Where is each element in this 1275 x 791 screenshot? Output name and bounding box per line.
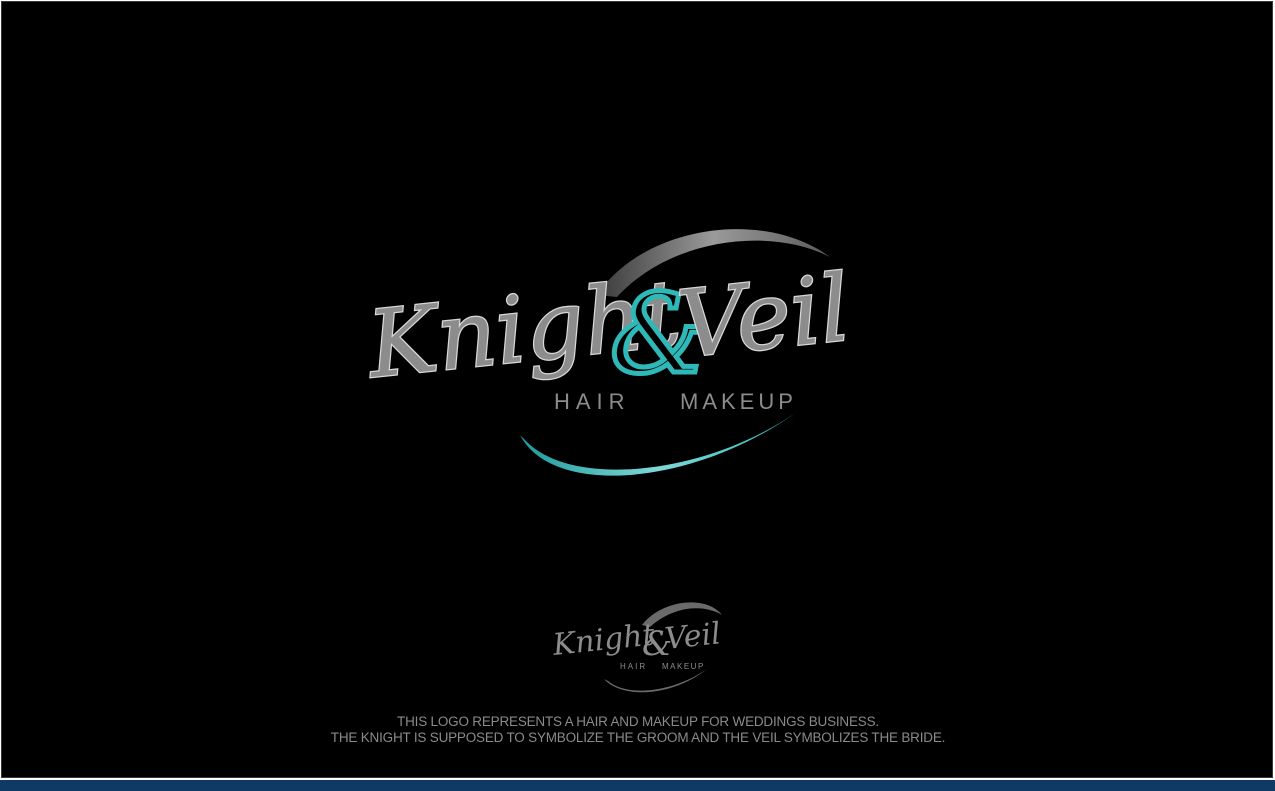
logo-presentation-canvas: Knight & Veil HAIR MAKEUP Knight & Veil … [1, 1, 1273, 778]
bottom-bar [0, 780, 1275, 791]
logo-main: Knight & Veil HAIR MAKEUP [360, 229, 856, 476]
small-bottom-swoosh [604, 669, 707, 693]
teal-swoosh [520, 412, 797, 476]
small-tagline-hair: HAIR [620, 662, 647, 671]
description-line-2: THE KNIGHT IS SUPPOSED TO SYMBOLIZE THE … [330, 730, 946, 745]
description-line-1: THIS LOGO REPRESENTS A HAIR AND MAKEUP F… [397, 714, 879, 729]
small-word-veil: Veil [663, 616, 722, 657]
tagline-hair: HAIR [554, 389, 631, 414]
brand-word-veil: Veil [673, 255, 855, 379]
tagline-makeup: MAKEUP [680, 389, 797, 414]
logo-description: THIS LOGO REPRESENTS A HAIR AND MAKEUP F… [2, 714, 1272, 746]
small-tagline-makeup: MAKEUP [662, 662, 705, 671]
logo-small-monochrome: Knight & Veil HAIR MAKEUP [550, 602, 722, 693]
